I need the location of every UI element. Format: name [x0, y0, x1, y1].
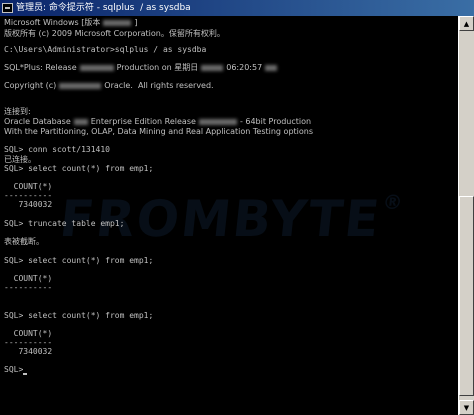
console-line: C:\Users\Administrator>sqlplus / as sysd… [4, 45, 207, 54]
arrow-down-icon[interactable]: ▼ [459, 400, 474, 415]
arrow-up-icon[interactable]: ▲ [459, 16, 474, 31]
console-output[interactable]: FROMBYTE® Microsoft Windows [版本] 版权所有 (c… [0, 16, 458, 415]
console-line: 7340032 [4, 347, 53, 356]
console-line: Microsoft Windows [版本] [4, 17, 137, 28]
redacted-text [265, 64, 278, 71]
scrollbar-thumb[interactable] [459, 196, 474, 396]
console-line: 版权所有 (c) 2009 Microsoft Corporation。保留所有… [4, 29, 225, 38]
redacted-text [79, 64, 114, 71]
console-line: SQL> select count(*) from emp1; [4, 311, 154, 320]
console-prompt: SQL> [4, 365, 24, 374]
console-text: SQL*Plus: Release [4, 63, 77, 72]
console-line: Copyright (c) Oracle. All rights reserved… [4, 80, 214, 91]
console-icon [2, 3, 13, 13]
console-text: Enterprise Edition Release [90, 117, 196, 126]
console-line: SQL> select count(*) from emp1; [4, 256, 154, 265]
vertical-scrollbar[interactable]: ▲ ▼ [458, 16, 474, 415]
console-text: ] [134, 18, 138, 27]
console-text: - 64bit Production [239, 117, 312, 126]
console-text: Copyright (c) [4, 81, 57, 90]
command-prompt-window: 管理员: 命令提示符 - sqlplus / as sysdba FROMBYT… [0, 0, 474, 415]
redacted-text [201, 64, 224, 71]
console-text: Microsoft Windows [版本 [4, 18, 101, 27]
console-line: SQL*Plus: Release Production on 星期日 06:20:… [4, 62, 280, 73]
console-line: 7340032 [4, 200, 53, 209]
console-line: ---------- [4, 283, 53, 292]
text-cursor [23, 373, 28, 375]
console-line: With the Partitioning, OLAP, Data Mining… [4, 127, 314, 136]
redacted-text [103, 19, 132, 26]
watermark-registered-mark: ® [381, 190, 406, 214]
redacted-text [73, 118, 88, 125]
console-line: SQL> truncate table emp1; [4, 219, 125, 228]
redacted-text [59, 82, 102, 89]
redacted-text [198, 118, 237, 125]
console-text: Oracle Database [4, 117, 71, 126]
console-text: Oracle. All rights reserved. [104, 81, 214, 90]
console-line: SQL> select count(*) from emp1; [4, 164, 154, 173]
window-title: 管理员: 命令提示符 - sqlplus / as sysdba [16, 3, 191, 13]
console-text: Production on 星期日 [116, 63, 199, 72]
console-line: 表被截断。 [4, 237, 44, 246]
console-prompt-line: SQL> [4, 364, 28, 375]
console-text: 06:20:57 [226, 63, 263, 72]
title-bar[interactable]: 管理员: 命令提示符 - sqlplus / as sysdba [0, 0, 474, 16]
